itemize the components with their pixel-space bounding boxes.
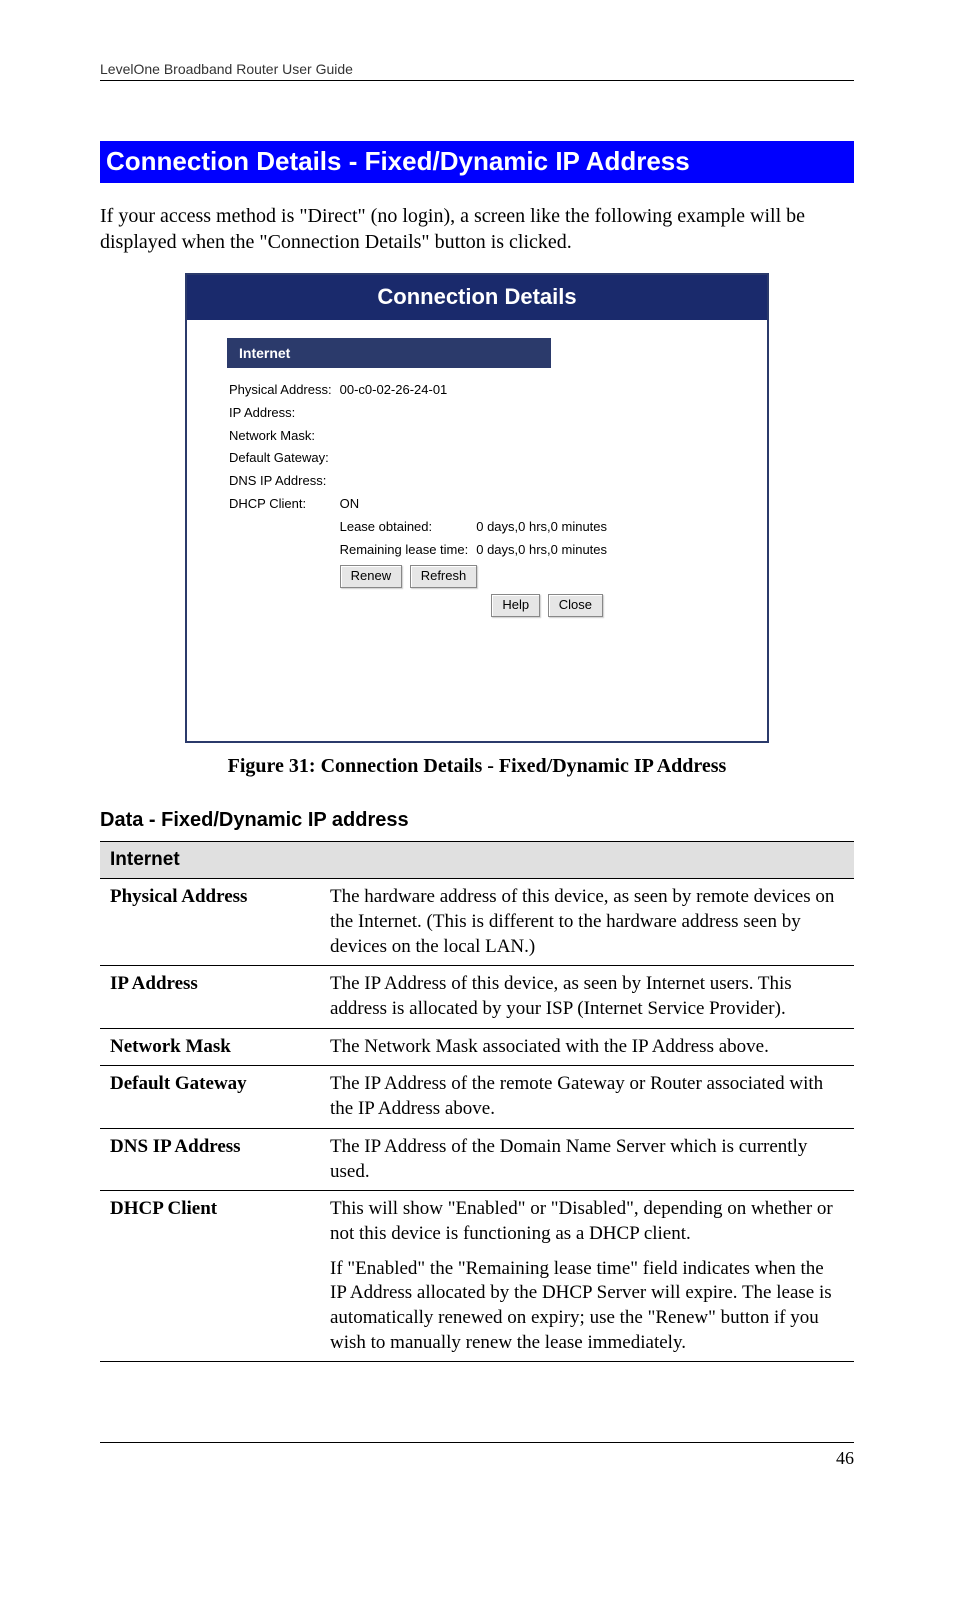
label-physical-address: Physical Address: [229, 380, 338, 401]
row-label: Physical Address [100, 879, 320, 966]
screenshot-section-label: Internet [227, 338, 551, 368]
row-description: The Network Mask associated with the IP … [320, 1028, 854, 1066]
intro-paragraph: If your access method is "Direct" (no lo… [100, 203, 854, 255]
label-dns-ip: DNS IP Address: [229, 471, 338, 492]
row-label: Network Mask [100, 1028, 320, 1066]
value-remaining-lease: 0 days,0 hrs,0 minutes [476, 540, 613, 561]
value-default-gateway [340, 448, 475, 469]
value-dns-ip [340, 471, 475, 492]
data-table: Internet Physical AddressThe hardware ad… [100, 841, 854, 1363]
row-description: The IP Address of this device, as seen b… [320, 966, 854, 1028]
table-row: Network MaskThe Network Mask associated … [100, 1028, 854, 1066]
label-network-mask: Network Mask: [229, 426, 338, 447]
table-row: IP AddressThe IP Address of this device,… [100, 966, 854, 1028]
value-dhcp-client: ON [340, 494, 475, 515]
renew-button[interactable]: Renew [340, 565, 402, 588]
table-row: Default GatewayThe IP Address of the rem… [100, 1066, 854, 1128]
page-number: 46 [100, 1442, 854, 1470]
screenshot-title: Connection Details [187, 275, 767, 320]
label-ip-address: IP Address: [229, 403, 338, 424]
row-label: DHCP Client [100, 1191, 320, 1362]
row-description: This will show "Enabled" or "Disabled", … [320, 1191, 854, 1362]
label-remaining-lease: Remaining lease time: [340, 540, 475, 561]
value-lease-obtained: 0 days,0 hrs,0 minutes [476, 517, 613, 538]
row-description: The IP Address of the remote Gateway or … [320, 1066, 854, 1128]
figure-caption: Figure 31: Connection Details - Fixed/Dy… [100, 753, 854, 779]
label-default-gateway: Default Gateway: [229, 448, 338, 469]
running-header: LevelOne Broadband Router User Guide [100, 60, 854, 81]
close-button[interactable]: Close [548, 594, 603, 617]
value-network-mask [340, 426, 475, 447]
data-subheading: Data - Fixed/Dynamic IP address [100, 807, 854, 833]
row-label: Default Gateway [100, 1066, 320, 1128]
connection-details-screenshot: Connection Details Internet Physical Add… [185, 273, 769, 743]
table-group-header: Internet [100, 841, 854, 879]
value-ip-address [340, 403, 475, 424]
table-row: Physical AddressThe hardware address of … [100, 879, 854, 966]
row-label: DNS IP Address [100, 1128, 320, 1190]
value-physical-address: 00-c0-02-26-24-01 [340, 380, 475, 401]
table-row: DNS IP AddressThe IP Address of the Doma… [100, 1128, 854, 1190]
label-dhcp-client: DHCP Client: [229, 494, 338, 515]
row-description: The hardware address of this device, as … [320, 879, 854, 966]
section-heading: Connection Details - Fixed/Dynamic IP Ad… [100, 141, 854, 183]
figure-wrap: Connection Details Internet Physical Add… [100, 273, 854, 743]
row-description: The IP Address of the Domain Name Server… [320, 1128, 854, 1190]
label-lease-obtained: Lease obtained: [340, 517, 475, 538]
screenshot-fields: Physical Address: 00-c0-02-26-24-01 IP A… [227, 378, 615, 621]
table-row: DHCP ClientThis will show "Enabled" or "… [100, 1191, 854, 1362]
help-button[interactable]: Help [491, 594, 540, 617]
refresh-button[interactable]: Refresh [410, 565, 478, 588]
row-label: IP Address [100, 966, 320, 1028]
